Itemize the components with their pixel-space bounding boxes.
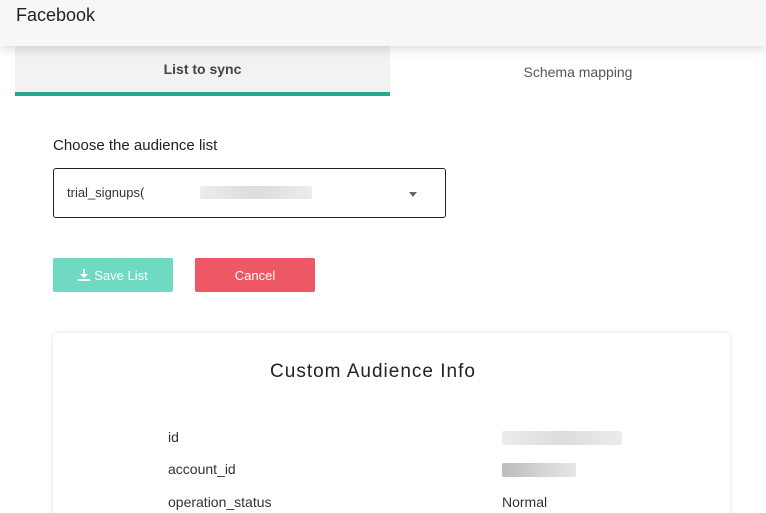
card-title: Custom Audience Info xyxy=(270,361,476,382)
page: Facebook List to sync Schema mapping Cho… xyxy=(0,0,766,513)
save-list-button[interactable]: Save List xyxy=(53,258,173,292)
app-header: Facebook xyxy=(0,0,766,46)
tab-list-to-sync[interactable]: List to sync xyxy=(15,46,390,96)
download-icon xyxy=(78,269,91,281)
info-value-operation-status: Normal xyxy=(502,494,548,510)
tab-label: List to sync xyxy=(163,61,242,77)
caret-down-icon xyxy=(409,192,417,197)
redacted-account-id-value xyxy=(502,463,576,477)
tab-label: Schema mapping xyxy=(523,64,633,80)
app-title: Facebook xyxy=(16,5,96,25)
info-key-operation-status: operation_status xyxy=(168,494,272,510)
audience-list-label: Choose the audience list xyxy=(53,137,218,154)
save-list-label: Save List xyxy=(94,267,148,283)
info-key-account-id: account_id xyxy=(168,461,236,477)
info-key-id: id xyxy=(168,429,179,445)
audience-list-selected-value: trial_signups( xyxy=(67,185,145,200)
redacted-text xyxy=(200,186,312,199)
custom-audience-info-card: Custom Audience Info id account_id opera… xyxy=(53,333,730,513)
tab-bar: List to sync Schema mapping xyxy=(15,46,766,96)
cancel-label: Cancel xyxy=(234,267,276,283)
cancel-button[interactable]: Cancel xyxy=(195,258,315,292)
tab-schema-mapping[interactable]: Schema mapping xyxy=(390,46,766,96)
audience-list-select[interactable]: trial_signups( xyxy=(53,168,446,218)
redacted-id-value xyxy=(502,431,622,445)
